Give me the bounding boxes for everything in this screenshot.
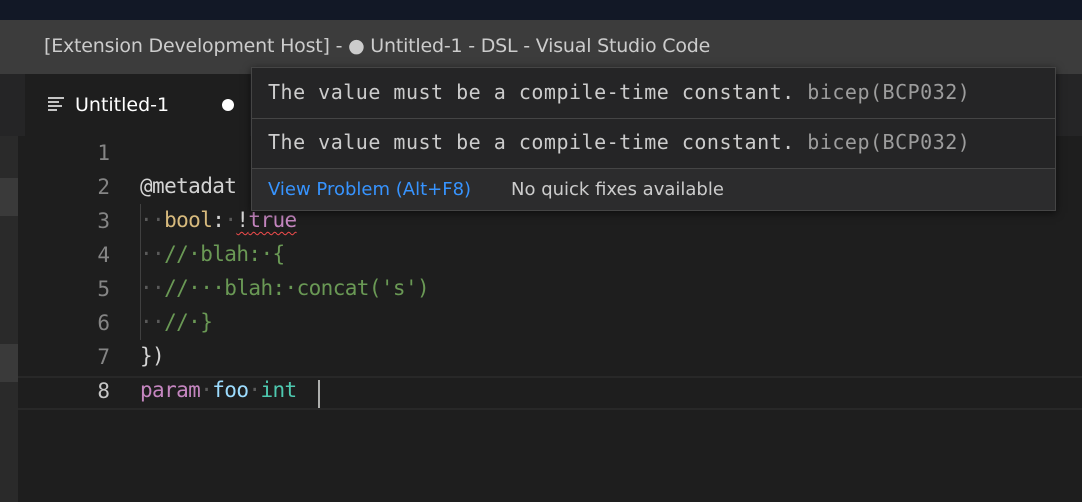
identifier-token: foo bbox=[212, 378, 249, 402]
code-line[interactable]: 4 ··//·blah:·{ bbox=[18, 238, 1082, 272]
whitespace-indent: ·· bbox=[140, 276, 165, 300]
line-number: 8 bbox=[97, 379, 110, 403]
window-title: [Extension Development Host] - ● Untitle… bbox=[44, 35, 711, 57]
property-token: bool bbox=[164, 208, 213, 232]
line-number: 7 bbox=[97, 345, 110, 369]
unsaved-dot-icon[interactable] bbox=[222, 99, 234, 111]
code-text: ··bool:·!true bbox=[140, 208, 297, 232]
side-bar-edge bbox=[0, 136, 18, 502]
hover-status-bar: View Problem (Alt+F8) No quick fixes ava… bbox=[252, 168, 1055, 210]
diagnostic-source: bicep(BCP032) bbox=[807, 130, 971, 154]
whitespace: · bbox=[200, 378, 213, 402]
boolean-token: true bbox=[248, 208, 297, 232]
whitespace-indent: ·· bbox=[140, 310, 165, 334]
line-number: 2 bbox=[97, 175, 110, 199]
code-line[interactable]: 7 }) bbox=[18, 340, 1082, 374]
code-line[interactable]: 6 ··//·} bbox=[18, 306, 1082, 340]
title-bar: [Extension Development Host] - ● Untitle… bbox=[0, 20, 1082, 74]
line-number: 4 bbox=[97, 243, 110, 267]
sidebar-highlight bbox=[0, 178, 18, 216]
lines-icon bbox=[48, 97, 64, 111]
decorator-token: @metadat bbox=[140, 174, 237, 198]
comment-token: //···blah:·concat('s') bbox=[164, 276, 430, 300]
line-number: 3 bbox=[97, 209, 110, 233]
code-line[interactable]: 5 ··//···blah:·concat('s') bbox=[18, 272, 1082, 306]
brace-token: }) bbox=[140, 344, 165, 368]
diagnostic-message: The value must be a compile-time constan… bbox=[268, 130, 970, 154]
sidebar-highlight bbox=[0, 344, 18, 382]
keyword-token: param bbox=[140, 378, 201, 402]
code-text: ··//·} bbox=[140, 310, 213, 334]
divider bbox=[252, 118, 1055, 119]
problem-hover-widget: The value must be a compile-time constan… bbox=[251, 67, 1056, 211]
code-text: ··//·blah:·{ bbox=[140, 242, 285, 266]
code-text: }) bbox=[140, 344, 165, 368]
diagnostic-message: The value must be a compile-time constan… bbox=[268, 80, 970, 104]
negation-operator: ! bbox=[236, 208, 249, 232]
line-number: 1 bbox=[97, 141, 110, 165]
comment-token: //·} bbox=[164, 310, 213, 334]
tab-label: Untitled-1 bbox=[75, 94, 170, 116]
top-strip bbox=[0, 0, 1082, 20]
comment-token: //·blah:·{ bbox=[164, 242, 285, 266]
line-number: 6 bbox=[97, 311, 110, 335]
diagnostic-source: bicep(BCP032) bbox=[807, 80, 971, 104]
no-quick-fixes-label: No quick fixes available bbox=[511, 179, 724, 200]
view-problem-link[interactable]: View Problem (Alt+F8) bbox=[268, 179, 471, 200]
error-squiggle[interactable]: !true bbox=[236, 208, 297, 232]
diagnostic-text: The value must be a compile-time constan… bbox=[268, 80, 795, 104]
code-text: ··//···blah:·concat('s') bbox=[140, 276, 430, 300]
text-cursor bbox=[318, 380, 320, 408]
type-token: int bbox=[260, 378, 297, 402]
whitespace-indent: ·· bbox=[140, 208, 165, 232]
code-text: @metadat bbox=[140, 174, 237, 198]
code-line[interactable]: 8 param·foo·int bbox=[18, 374, 1082, 408]
diagnostic-text: The value must be a compile-time constan… bbox=[268, 130, 795, 154]
code-text: param·foo·int bbox=[140, 378, 297, 402]
tab-untitled-1[interactable]: Untitled-1 bbox=[25, 74, 250, 136]
colon-token: : bbox=[212, 208, 225, 232]
line-number: 5 bbox=[97, 277, 110, 301]
whitespace: · bbox=[248, 378, 261, 402]
whitespace: · bbox=[224, 208, 237, 232]
whitespace-indent: ·· bbox=[140, 242, 165, 266]
